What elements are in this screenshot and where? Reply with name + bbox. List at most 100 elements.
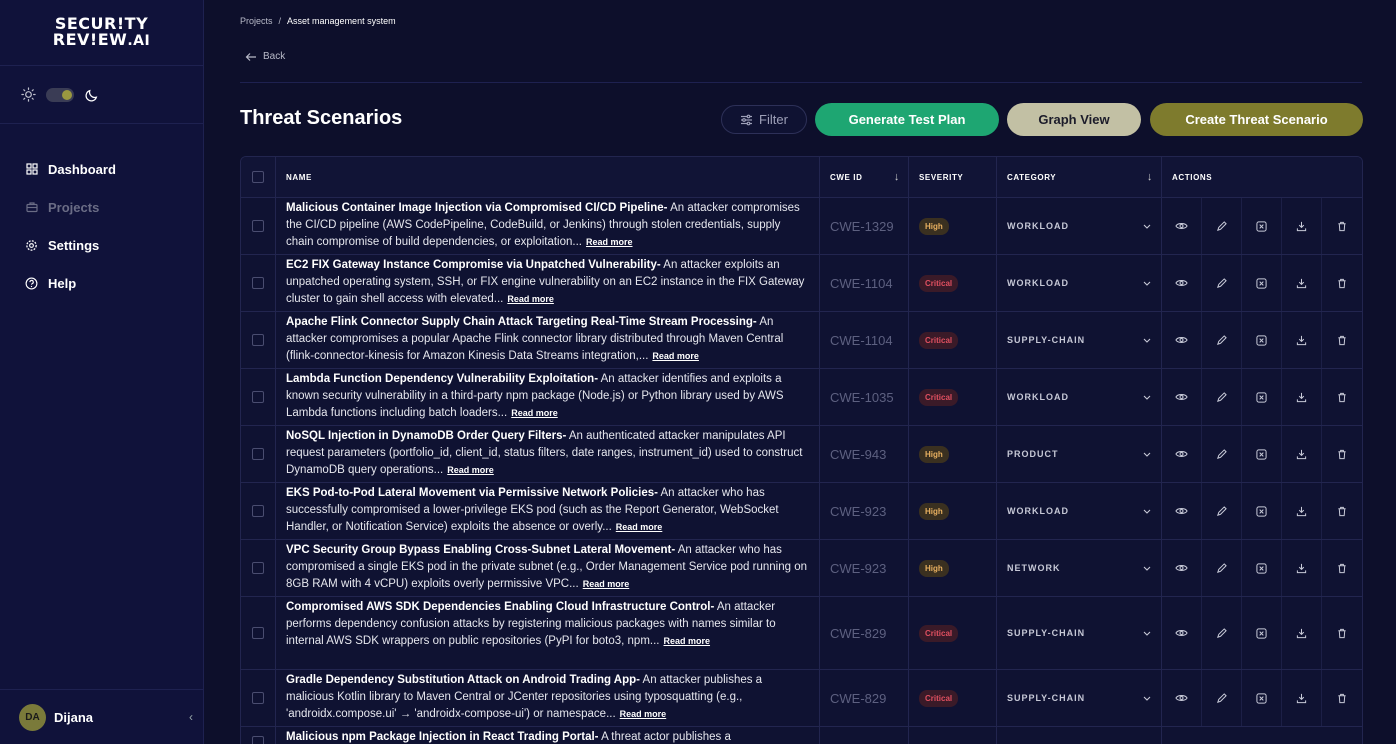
dismiss-button[interactable] — [1242, 483, 1282, 539]
edit-button[interactable] — [1202, 540, 1242, 596]
edit-button[interactable] — [1202, 483, 1242, 539]
create-threat-scenario-button[interactable]: Create Threat Scenario — [1150, 103, 1363, 136]
sidebar-item-help[interactable]: Help — [0, 264, 203, 302]
download-button[interactable] — [1282, 483, 1322, 539]
sun-icon[interactable] — [20, 87, 36, 103]
dismiss-button[interactable] — [1242, 670, 1282, 726]
edit-button[interactable] — [1202, 369, 1242, 425]
dismiss-button[interactable] — [1242, 369, 1282, 425]
category-select[interactable]: SUPPLY-CHAIN — [997, 597, 1162, 669]
table-row[interactable]: Gradle Dependency Substitution Attack on… — [241, 670, 1362, 727]
dismiss-button[interactable] — [1242, 198, 1282, 254]
sort-arrow-icon[interactable]: ↓ — [894, 171, 900, 183]
edit-button[interactable] — [1202, 426, 1242, 482]
download-button[interactable] — [1282, 670, 1322, 726]
delete-button[interactable] — [1322, 597, 1362, 669]
category-select[interactable]: SUPPLY-CHAIN — [997, 670, 1162, 726]
breadcrumb-projects[interactable]: Projects — [240, 16, 273, 26]
read-more-link[interactable]: Read more — [616, 522, 663, 532]
row-checkbox[interactable] — [252, 692, 264, 704]
category-select[interactable]: PRODUCT — [997, 426, 1162, 482]
edit-button[interactable] — [1202, 670, 1242, 726]
view-button[interactable] — [1162, 198, 1202, 254]
read-more-link[interactable]: Read more — [620, 709, 667, 719]
dismiss-button[interactable] — [1242, 597, 1282, 669]
row-checkbox[interactable] — [252, 627, 264, 639]
category-select[interactable]: WORKLOAD — [997, 369, 1162, 425]
read-more-link[interactable]: Read more — [583, 579, 630, 589]
edit-button[interactable] — [1202, 198, 1242, 254]
download-button[interactable] — [1282, 597, 1322, 669]
read-more-link[interactable]: Read more — [664, 636, 711, 646]
table-row[interactable]: Malicious Container Image Injection via … — [241, 198, 1362, 255]
category-select[interactable]: NETWORK — [997, 540, 1162, 596]
filter-button[interactable]: Filter — [721, 105, 807, 134]
dismiss-button[interactable] — [1242, 426, 1282, 482]
dismiss-button[interactable] — [1242, 255, 1282, 311]
dismiss-button[interactable] — [1242, 312, 1282, 368]
category-select[interactable]: SUPPLY-CHAIN — [997, 312, 1162, 368]
view-button[interactable] — [1162, 255, 1202, 311]
graph-view-button[interactable]: Graph View — [1007, 103, 1141, 136]
delete-button[interactable] — [1322, 540, 1362, 596]
view-button[interactable] — [1162, 312, 1202, 368]
download-button[interactable] — [1282, 312, 1322, 368]
download-button[interactable] — [1282, 426, 1322, 482]
category-select[interactable]: WORKLOAD — [997, 255, 1162, 311]
generate-test-plan-button[interactable]: Generate Test Plan — [815, 103, 999, 136]
edit-button[interactable] — [1202, 312, 1242, 368]
row-checkbox[interactable] — [252, 220, 264, 232]
header-cwe[interactable]: CWE ID ↓ — [820, 157, 909, 197]
row-checkbox[interactable] — [252, 277, 264, 289]
sort-arrow-icon[interactable]: ↓ — [1147, 171, 1153, 183]
theme-toggle[interactable] — [46, 87, 74, 102]
table-row[interactable]: Compromised AWS SDK Dependencies Enablin… — [241, 597, 1362, 670]
download-button[interactable] — [1282, 369, 1322, 425]
delete-button[interactable] — [1322, 483, 1362, 539]
read-more-link[interactable]: Read more — [652, 351, 699, 361]
row-checkbox[interactable] — [252, 391, 264, 403]
category-select[interactable]: WORKLOAD — [997, 483, 1162, 539]
download-button[interactable] — [1282, 255, 1322, 311]
sidebar-item-settings[interactable]: Settings — [0, 226, 203, 264]
delete-button[interactable] — [1322, 198, 1362, 254]
delete-button[interactable] — [1322, 670, 1362, 726]
table-row[interactable]: NoSQL Injection in DynamoDB Order Query … — [241, 426, 1362, 483]
view-button[interactable] — [1162, 540, 1202, 596]
edit-button[interactable] — [1202, 597, 1242, 669]
sidebar-item-projects[interactable]: Projects — [0, 188, 203, 226]
read-more-link[interactable]: Read more — [511, 408, 558, 418]
dismiss-button[interactable] — [1242, 540, 1282, 596]
moon-icon[interactable] — [84, 87, 100, 103]
delete-button[interactable] — [1322, 312, 1362, 368]
read-more-link[interactable]: Read more — [586, 237, 633, 247]
view-button[interactable] — [1162, 670, 1202, 726]
view-button[interactable] — [1162, 369, 1202, 425]
back-button[interactable]: Back — [245, 51, 285, 62]
table-row[interactable]: Apache Flink Connector Supply Chain Atta… — [241, 312, 1362, 369]
category-select[interactable] — [997, 727, 1162, 744]
read-more-link[interactable]: Read more — [447, 465, 494, 475]
category-select[interactable]: WORKLOAD — [997, 198, 1162, 254]
header-category[interactable]: CATEGORY ↓ — [997, 157, 1162, 197]
download-button[interactable] — [1282, 540, 1322, 596]
table-row[interactable]: EC2 FIX Gateway Instance Compromise via … — [241, 255, 1362, 312]
row-checkbox[interactable] — [252, 736, 264, 744]
logo[interactable]: SECUR!TY REV!EW.AI — [0, 0, 203, 66]
collapse-sidebar-icon[interactable]: ‹ — [179, 710, 203, 724]
sidebar-item-dashboard[interactable]: Dashboard — [0, 150, 203, 188]
table-row[interactable]: EKS Pod-to-Pod Lateral Movement via Perm… — [241, 483, 1362, 540]
user-profile[interactable]: DA Dijana ‹ — [0, 689, 203, 744]
view-button[interactable] — [1162, 426, 1202, 482]
row-checkbox[interactable] — [252, 562, 264, 574]
view-button[interactable] — [1162, 597, 1202, 669]
delete-button[interactable] — [1322, 255, 1362, 311]
row-checkbox[interactable] — [252, 334, 264, 346]
row-checkbox[interactable] — [252, 448, 264, 460]
download-button[interactable] — [1282, 198, 1322, 254]
delete-button[interactable] — [1322, 426, 1362, 482]
select-all-checkbox[interactable] — [252, 171, 264, 183]
row-checkbox[interactable] — [252, 505, 264, 517]
delete-button[interactable] — [1322, 369, 1362, 425]
edit-button[interactable] — [1202, 255, 1242, 311]
